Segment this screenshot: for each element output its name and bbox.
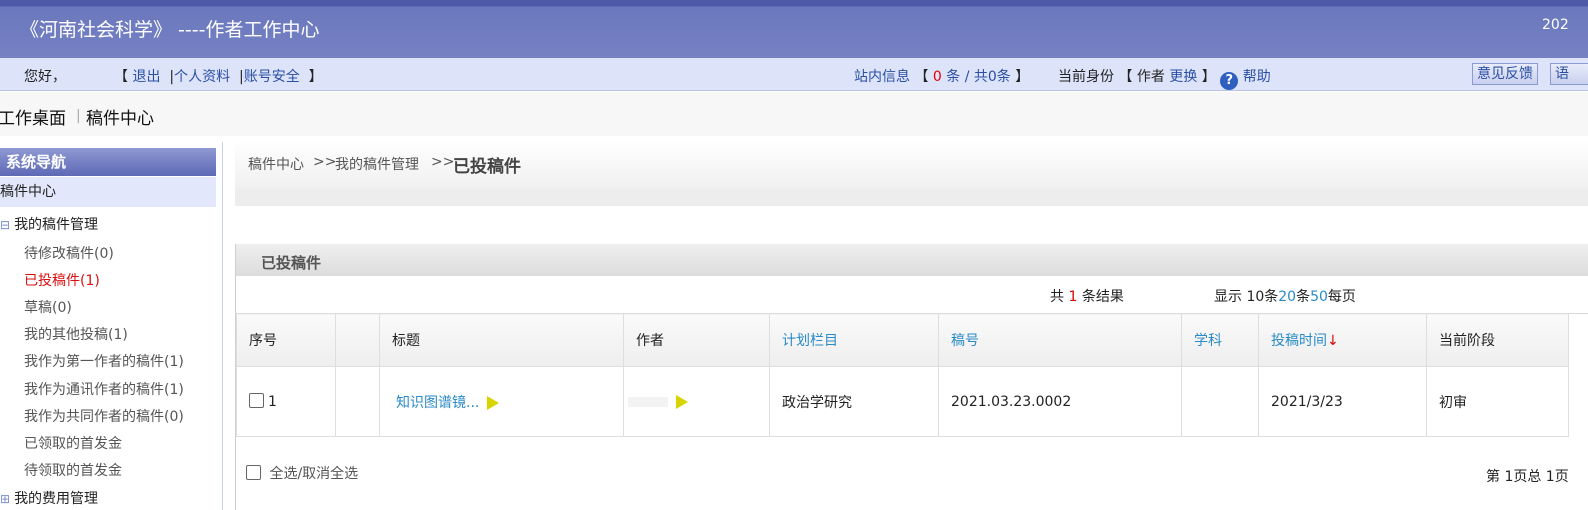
col-header-blank — [335, 313, 380, 367]
identity-info: 当前身份 【 作者 更换 】 ? 帮助 — [1058, 69, 1271, 90]
col-header-author: 作者 — [623, 313, 770, 367]
identity-switch-link[interactable]: 更换 — [1169, 69, 1197, 85]
sidebar-item-to-revise[interactable]: 待修改稿件(0) — [24, 243, 114, 263]
sidebar-item-other-submissions[interactable]: 我的其他投稿(1) — [24, 324, 128, 344]
col-header-title: 标题 — [379, 313, 624, 367]
cell-title: 知识图谱镜... — [379, 366, 624, 437]
inbox-link[interactable]: 站内信息 — [854, 69, 910, 85]
sidebar-item-drafts[interactable]: 草稿(0) — [24, 297, 72, 317]
cell-author — [623, 366, 770, 437]
header-date: 202 — [1542, 17, 1569, 33]
col-header-date[interactable]: 投稿时间↓ — [1258, 313, 1427, 367]
cell-ms-no: 2021.03.23.0002 — [938, 366, 1182, 437]
col-header-column[interactable]: 计划栏目 — [769, 313, 939, 367]
breadcrumb-separator: >> — [313, 154, 337, 170]
sidebar-item-submitted[interactable]: 已投稿件(1) — [24, 270, 100, 290]
cell-date: 2021/3/23 — [1258, 366, 1427, 437]
tab-bar — [0, 92, 1588, 136]
help-icon[interactable]: ? — [1220, 72, 1239, 90]
table-header-row: 序号 标题 作者 计划栏目 稿号 学科 投稿时间↓ 当前阶段 — [236, 313, 1569, 367]
security-link[interactable]: 账号安全 — [244, 69, 300, 85]
feedback-button[interactable]: 意见反馈 — [1472, 63, 1538, 85]
col-header-ms-no[interactable]: 稿号 — [938, 313, 1182, 367]
tab-workdesk[interactable]: 工作桌面 — [0, 104, 66, 129]
panel-header — [236, 244, 1588, 276]
page-size-selector: 显示 10条20条50每页 — [1214, 289, 1356, 305]
breadcrumb-item[interactable]: 我的稿件管理 — [335, 154, 419, 174]
panel-title: 已投稿件 — [261, 254, 322, 272]
inbox-unread: 0 — [932, 69, 942, 85]
pager: 第 1页总 1页 — [1486, 469, 1569, 485]
breadcrumb-separator: >> — [431, 154, 455, 170]
sort-desc-icon: ↓ — [1327, 333, 1339, 349]
page-size-50[interactable]: 50 — [1310, 289, 1328, 305]
manuscript-title-link[interactable]: 知识图谱镜... — [396, 395, 479, 411]
manuscript-table: 序号 标题 作者 计划栏目 稿号 学科 投稿时间↓ 当前阶段 1 知识图谱镜..… — [236, 313, 1569, 437]
user-menu: 您好，【 退出 |个人资料 |账号安全 】 — [24, 69, 323, 85]
page-title: 已投稿件 — [453, 157, 521, 177]
logout-link[interactable]: 退出 — [132, 69, 160, 85]
expand-arrow-icon[interactable] — [487, 395, 500, 410]
identity-label: 当前身份 — [1058, 69, 1114, 85]
sidebar-item-first-author[interactable]: 我作为第一作者的稿件(1) — [24, 351, 184, 371]
sidebar-item-co-author[interactable]: 我作为共同作者的稿件(0) — [24, 406, 184, 426]
page-size-20[interactable]: 20 — [1278, 289, 1296, 305]
cell-blank — [335, 366, 380, 437]
result-count: 共 1 条结果 — [1050, 289, 1124, 305]
expand-arrow-icon[interactable] — [676, 394, 688, 409]
profile-link[interactable]: 个人资料 — [174, 69, 230, 85]
sidebar-current-section[interactable]: 稿件中心 — [0, 177, 216, 207]
select-all[interactable]: 全选/取消全选 — [246, 463, 358, 483]
cell-subject — [1181, 366, 1259, 437]
tab-separator: | — [76, 108, 81, 124]
cell-stage: 初审 — [1426, 366, 1569, 437]
col-header-subject[interactable]: 学科 — [1181, 313, 1259, 367]
col-header-stage: 当前阶段 — [1426, 313, 1569, 367]
divider — [235, 188, 1588, 206]
redacted-author — [628, 396, 668, 407]
row-checkbox[interactable] — [249, 393, 264, 408]
identity-value: 作者 — [1136, 69, 1165, 85]
sidebar-group-fees[interactable]: ⊞ 我的费用管理 — [0, 488, 98, 508]
breadcrumb-item[interactable]: 稿件中心 — [248, 154, 304, 174]
sidebar-item-received-bonus[interactable]: 已领取的首发金 — [24, 433, 122, 453]
tab-manuscript-center[interactable]: 稿件中心 — [86, 104, 154, 129]
col-header-index: 序号 — [236, 313, 336, 367]
expand-icon[interactable]: ⊟ — [0, 218, 10, 232]
greeting: 您好， — [24, 69, 66, 85]
result-bar — [236, 276, 1588, 314]
sidebar-group-my-manuscripts[interactable]: ⊟ 我的稿件管理 — [0, 214, 98, 234]
inbox-info: 站内信息 【 0 条 / 共0条 】 — [854, 69, 1030, 85]
inbox-total: 条 / 共0条 — [946, 69, 1011, 85]
app-title: 《河南社会科学》 ----作者工作中心 — [20, 19, 320, 41]
sidebar-item-corresponding-author[interactable]: 我作为通讯作者的稿件(1) — [24, 379, 184, 399]
sidebar-item-pending-bonus[interactable]: 待领取的首发金 — [24, 460, 122, 480]
sidebar-title: 系统导航 — [0, 148, 216, 176]
language-button[interactable]: 语 — [1550, 63, 1588, 85]
select-all-checkbox[interactable] — [246, 465, 261, 480]
table-row: 1 知识图谱镜... 政治学研究 2021.03.23.0002 2021/3/… — [236, 366, 1569, 437]
cell-index: 1 — [236, 366, 336, 437]
cell-column: 政治学研究 — [769, 366, 939, 437]
expand-icon[interactable]: ⊞ — [0, 492, 10, 506]
help-link[interactable]: 帮助 — [1243, 69, 1271, 85]
